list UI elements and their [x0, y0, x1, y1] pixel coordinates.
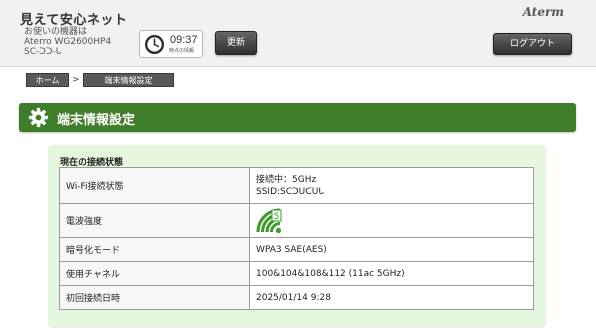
row-label: 初回接続日時	[59, 285, 250, 310]
svg-text:5: 5	[274, 212, 280, 222]
section-title: 端末情報設定	[57, 113, 136, 128]
row-value: WPA3 SAE(AES)	[249, 237, 534, 262]
refresh-button[interactable]: 更新	[215, 31, 257, 55]
row-label: 暗号化モード	[59, 237, 250, 262]
breadcrumb-separator: >	[72, 75, 80, 85]
connection-status-panel: 現在の接続状態 Wi-Fi接続状態 接続中：5GHz SSID:SCᑐᑌᑕᑌᒐ …	[48, 145, 546, 328]
ssid-value: SSID:SCᑐᑌᑕᑌᒐ	[256, 186, 325, 197]
logout-button[interactable]: ログアウト	[493, 33, 572, 55]
table-row: Wi-Fi接続状態 接続中：5GHz SSID:SCᑐᑌᑕᑌᒐ	[59, 167, 534, 204]
row-label: 使用チャネル	[59, 261, 250, 286]
row-value: 接続中：5GHz SSID:SCᑐᑌᑕᑌᒐ	[249, 167, 534, 204]
section-title-bar: 端末情報設定	[19, 103, 576, 132]
table-row: 電波強度 5	[59, 203, 534, 238]
row-value: 5	[249, 203, 534, 238]
row-value: 100&104&108&112 (11ac 5GHz)	[249, 261, 534, 286]
gear-icon	[28, 107, 49, 128]
table-row: 使用チャネル 100&104&108&112 (11ac 5GHz)	[59, 261, 534, 286]
clock-caption: 時点の情報	[169, 48, 195, 54]
breadcrumb-home-link[interactable]: ホーム	[26, 73, 69, 87]
breadcrumb-current: 端末情報設定	[83, 73, 174, 87]
connection-band: 接続中：5GHz	[256, 174, 317, 185]
clock-time: 09:37	[170, 34, 198, 46]
app-title: 見えて安心ネット	[20, 13, 128, 28]
device-label: お使いの機器は	[24, 27, 88, 37]
row-value: 2025/01/14 9:28	[249, 285, 534, 310]
info-time-box: 09:37 時点の情報	[139, 30, 203, 58]
table-row: 初回接続日時 2025/01/14 9:28	[59, 285, 534, 310]
connection-status-table: Wi-Fi接続状態 接続中：5GHz SSID:SCᑐᑌᑕᑌᒐ 電波強度 5 暗…	[59, 167, 534, 310]
brand-logo: Aterm	[522, 5, 564, 19]
device-model: Aterro WG2600HP4	[24, 37, 112, 47]
table-row: 暗号化モード WPA3 SAE(AES)	[59, 237, 534, 262]
clock-icon	[144, 34, 165, 55]
device-id: SC-ᑐᑐ‐ᒐ	[24, 47, 62, 57]
header-bar: 見えて安心ネット お使いの機器は Aterro WG2600HP4 SC-ᑐᑐ‐…	[0, 0, 596, 67]
row-label: Wi-Fi接続状態	[59, 167, 250, 204]
row-label: 電波強度	[59, 203, 250, 238]
wifi-signal-5ghz-icon: 5	[256, 208, 282, 233]
